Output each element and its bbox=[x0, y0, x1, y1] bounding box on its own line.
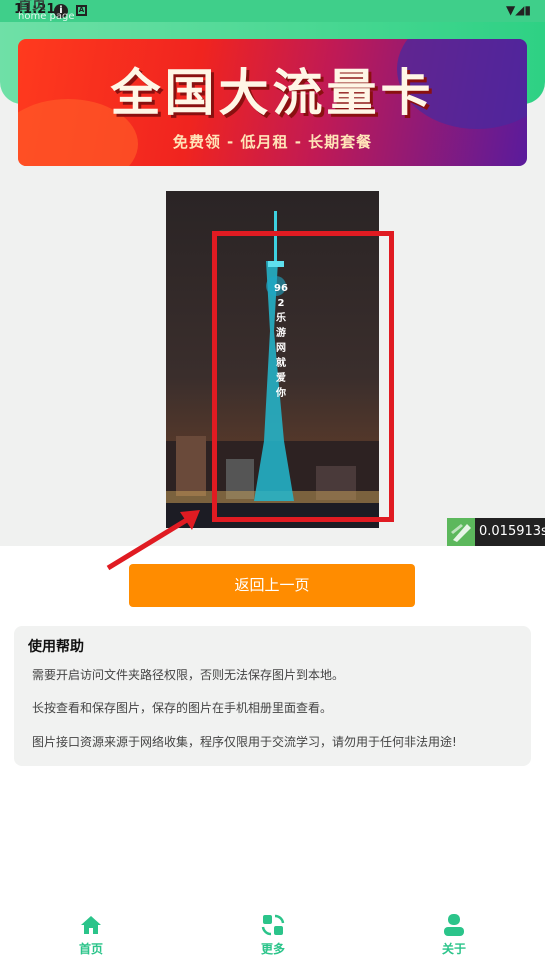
nav-label-more: 更多 bbox=[260, 942, 285, 956]
speed-value: 0.015913s bbox=[479, 524, 545, 539]
nav-item-more[interactable]: 更多 bbox=[233, 914, 313, 962]
a-icon: A bbox=[76, 5, 87, 16]
highlight-box bbox=[212, 231, 394, 522]
banner-subtitle: 免费领 - 低月租 - 长期套餐 bbox=[172, 133, 373, 151]
speed-badge: 0.015913s bbox=[447, 518, 545, 546]
help-line: 需要开启访问文件夹路径权限，否则无法保存图片到本地。 bbox=[32, 668, 345, 682]
promo-banner[interactable]: 全国大流量卡 免费领 - 低月租 - 长期套餐 bbox=[18, 39, 527, 166]
nav-item-home[interactable]: 首页 bbox=[51, 914, 131, 962]
more-icon bbox=[261, 914, 285, 936]
nav-label-home: 首页 bbox=[78, 942, 103, 956]
nav-item-about[interactable]: 关于 bbox=[414, 914, 494, 962]
help-card: 使用帮助 需要开启访问文件夹路径权限，否则无法保存图片到本地。 长按查看和保存图… bbox=[14, 626, 531, 766]
help-line: 图片接口资源来源于网络收集，程序仅限用于交流学习，请勿用于任何非法用途! bbox=[32, 735, 457, 749]
home-icon bbox=[81, 916, 101, 934]
user-icon bbox=[444, 914, 464, 936]
back-button[interactable]: 返回上一页 bbox=[129, 564, 415, 607]
speed-logo-icon bbox=[447, 518, 475, 546]
page-subtitle: home page bbox=[18, 11, 75, 22]
signal-battery-icons: ▼◢▮ bbox=[505, 3, 531, 17]
bottom-nav: 首页 更多 关于 bbox=[0, 900, 545, 968]
help-title: 使用帮助 bbox=[28, 639, 84, 655]
banner-title: 全国大流量卡 bbox=[110, 64, 435, 122]
help-line: 长按查看和保存图片，保存的图片在手机相册里面查看。 bbox=[32, 701, 333, 715]
nav-label-about: 关于 bbox=[441, 942, 466, 956]
status-bar: 11:21 i A ▼◢▮ bbox=[0, 0, 545, 22]
